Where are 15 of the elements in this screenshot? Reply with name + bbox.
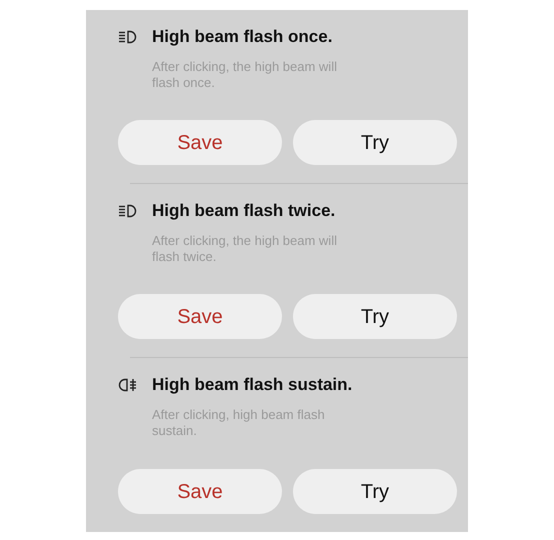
option-description: After clicking, the high beam will flash once. (152, 59, 338, 91)
headlight-icon (118, 204, 138, 218)
save-button[interactable]: Save (118, 120, 282, 165)
try-button[interactable]: Try (293, 294, 457, 339)
headlight-icon (118, 30, 138, 44)
option-title: High beam flash once. (152, 26, 332, 48)
option-description: After clicking, the high beam will flash twice. (152, 233, 338, 265)
save-button[interactable]: Save (118, 469, 282, 514)
try-button[interactable]: Try (293, 469, 457, 514)
headlight-icon (118, 378, 138, 392)
save-button[interactable]: Save (118, 294, 282, 339)
option-description: After clicking, high beam flash sustain. (152, 407, 326, 439)
try-button[interactable]: Try (293, 120, 457, 165)
option-title: High beam flash twice. (152, 200, 336, 222)
option-title: High beam flash sustain. (152, 374, 352, 396)
